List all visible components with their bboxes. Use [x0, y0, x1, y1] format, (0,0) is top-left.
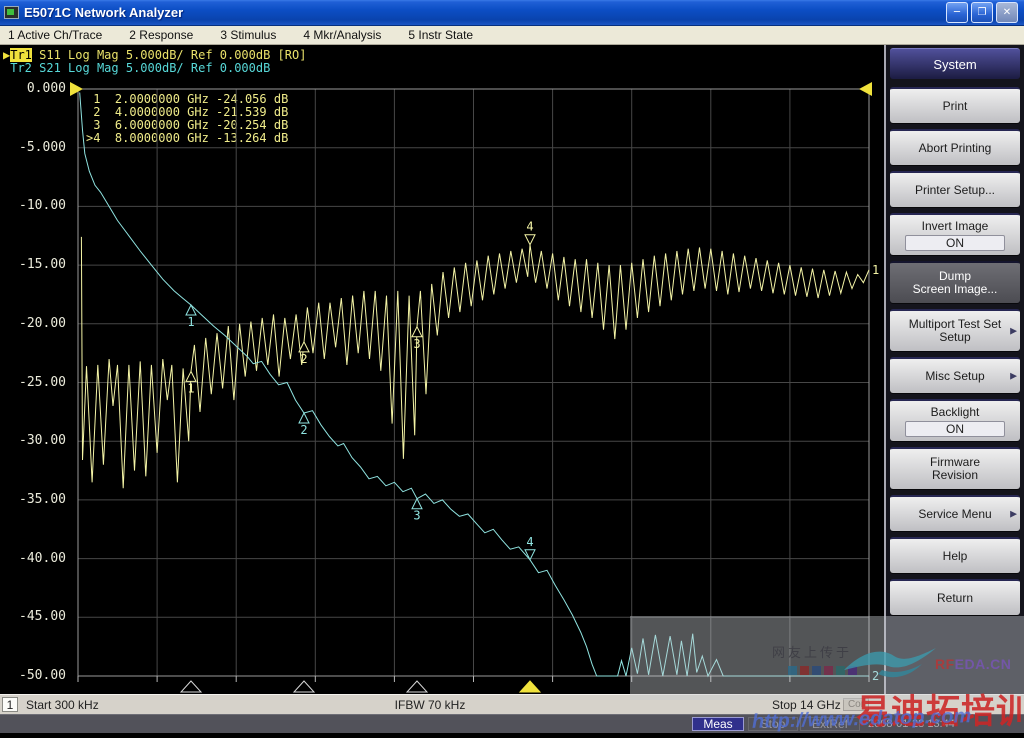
sweep-start-label: Start 300 kHz: [26, 698, 99, 712]
marker-number-label: 3: [413, 509, 420, 523]
marker-number-label: 2: [300, 352, 307, 366]
softkey-label: Print: [943, 100, 968, 113]
menu-item-4[interactable]: 4 Mkr/Analysis: [303, 28, 381, 42]
softkey-printer-setup[interactable]: Printer Setup...: [890, 171, 1020, 207]
marker-number-label: 1: [187, 381, 194, 395]
marker-triangle-icon: [299, 413, 309, 423]
channel-number-badge: 1: [2, 697, 18, 712]
softkey-label: Setup: [939, 331, 970, 344]
close-button[interactable]: ✕: [996, 2, 1018, 23]
instrument-display: ▶Tr1 S11 Log Mag 5.000dB/ Ref 0.000dB [R…: [0, 45, 884, 694]
ref-level-arrow-left[interactable]: [70, 82, 83, 96]
marker-number-label: 2: [300, 423, 307, 437]
softkey-label: Invert Image: [922, 220, 989, 233]
minimize-icon: ─: [954, 8, 960, 18]
measurement-plot: 1 2 1 1 2 2 3 3 4 4: [0, 45, 884, 694]
softkey-service-menu[interactable]: Service Menu ▶: [890, 495, 1020, 531]
softkey-firmware-revision[interactable]: FirmwareRevision: [890, 447, 1020, 489]
softkey-print[interactable]: Print: [890, 87, 1020, 123]
softkey-abort-printing[interactable]: Abort Printing: [890, 129, 1020, 165]
softkey-return[interactable]: Return: [890, 579, 1020, 615]
softkey-list: Print Abort Printing Printer Setup... Inver…: [890, 87, 1020, 615]
stimulus-marker-4-active[interactable]: [520, 681, 540, 692]
marker-1[interactable]: 1: [186, 371, 196, 395]
softkey-multiport-test-set-setup[interactable]: Multiport Test SetSetup▶: [890, 309, 1020, 351]
softkey-label: Screen Image...: [913, 283, 998, 296]
softkey-label: Revision: [932, 469, 978, 482]
trace-end-label-s11: 1: [872, 263, 879, 277]
softkey-value: ON: [905, 421, 1006, 437]
softkey-value: ON: [905, 235, 1006, 251]
ifbw-label: IFBW 70 kHz: [360, 698, 500, 712]
grid: [78, 89, 869, 676]
softkey-label: Backlight: [931, 406, 980, 419]
instrument-screen: E5071C Network Analyzer ─ ❐ ✕ 1 Active Ch/…: [0, 0, 1024, 738]
correction-badge: Cor: [843, 698, 869, 711]
softkey-panel: System Print Abort Printing Printer Setup.…: [884, 45, 1024, 694]
softkey-label: Printer Setup...: [915, 184, 995, 197]
marker-2[interactable]: 2: [299, 342, 309, 366]
softkey-misc-setup[interactable]: Misc Setup ▶: [890, 357, 1020, 393]
marker-3[interactable]: 3: [412, 327, 422, 351]
close-icon: ✕: [1003, 8, 1011, 18]
softkey-backlight[interactable]: Backlight ON: [890, 399, 1020, 441]
marker-3[interactable]: 3: [412, 499, 422, 523]
submenu-arrow-icon: ▶: [1010, 508, 1017, 521]
menu-item-2[interactable]: 2 Response: [129, 28, 193, 42]
window-titlebar: E5071C Network Analyzer ─ ❐ ✕: [0, 0, 1024, 26]
submenu-arrow-icon: ▶: [1010, 325, 1017, 338]
softkey-label: Abort Printing: [919, 142, 992, 155]
window-title: E5071C Network Analyzer: [24, 5, 183, 20]
submenu-arrow-icon: ▶: [1010, 370, 1017, 383]
marker-4[interactable]: 4: [525, 220, 535, 245]
softkey-label: Service Menu: [918, 508, 991, 521]
restore-icon: ❐: [978, 8, 987, 18]
instrument-status-bar: Meas StopExtRef 2008-01-28 13:44: [0, 714, 1024, 733]
stimulus-marker-2[interactable]: [294, 681, 314, 692]
marker-triangle-icon: [412, 327, 422, 337]
status-flag-extref: ExtRef: [800, 717, 860, 731]
softkey-label: Misc Setup: [925, 370, 984, 383]
marker-triangle-icon: [186, 371, 196, 381]
marker-triangle-icon: [299, 342, 309, 352]
marker-triangle-icon: [186, 305, 196, 315]
ref-level-arrow-right[interactable]: [859, 82, 872, 96]
softkey-label: Return: [937, 592, 973, 605]
marker-2[interactable]: 2: [299, 413, 309, 437]
softkey-invert-image[interactable]: Invert Image ON: [890, 213, 1020, 255]
marker-triangle-icon: [525, 235, 535, 245]
marker-number-label: 1: [187, 315, 194, 329]
stimulus-marker-1[interactable]: [181, 681, 201, 692]
channel-status-bar: 1 Start 300 kHz IFBW 70 kHz Stop 14 GHz …: [0, 694, 1024, 714]
status-flag-stop: Stop: [748, 717, 798, 731]
softkey-label: Help: [943, 550, 968, 563]
status-datetime: 2008-01-28 13:44: [868, 718, 955, 730]
stimulus-marker-3[interactable]: [407, 681, 427, 692]
menu-item-5[interactable]: 5 Instr State: [408, 28, 473, 42]
measurement-state-badge: Meas: [692, 717, 744, 731]
marker-number-label: 4: [526, 535, 533, 549]
softkey-dump-screen-image[interactable]: DumpScreen Image...: [890, 261, 1020, 303]
trace-end-label-s21: 2: [872, 669, 879, 683]
menu-item-1[interactable]: 1 Active Ch/Trace: [8, 28, 102, 42]
menu-item-3[interactable]: 3 Stimulus: [220, 28, 276, 42]
sweep-stop-label: Stop 14 GHz: [772, 698, 841, 712]
window-controls: ─ ❐ ✕: [946, 2, 1024, 23]
marker-number-label: 3: [413, 337, 420, 351]
bottom-strip: [0, 733, 1024, 738]
app-icon: [4, 6, 19, 19]
softkey-help[interactable]: Help: [890, 537, 1020, 573]
trace-s11: [81, 237, 869, 488]
softkey-menu-title: System: [890, 48, 1020, 79]
restore-button[interactable]: ❐: [971, 2, 993, 23]
menu-bar: 1 Active Ch/Trace 2 Response 3 Stimulus 4 M…: [0, 26, 1024, 45]
marker-number-label: 4: [526, 220, 533, 234]
minimize-button[interactable]: ─: [946, 2, 968, 23]
